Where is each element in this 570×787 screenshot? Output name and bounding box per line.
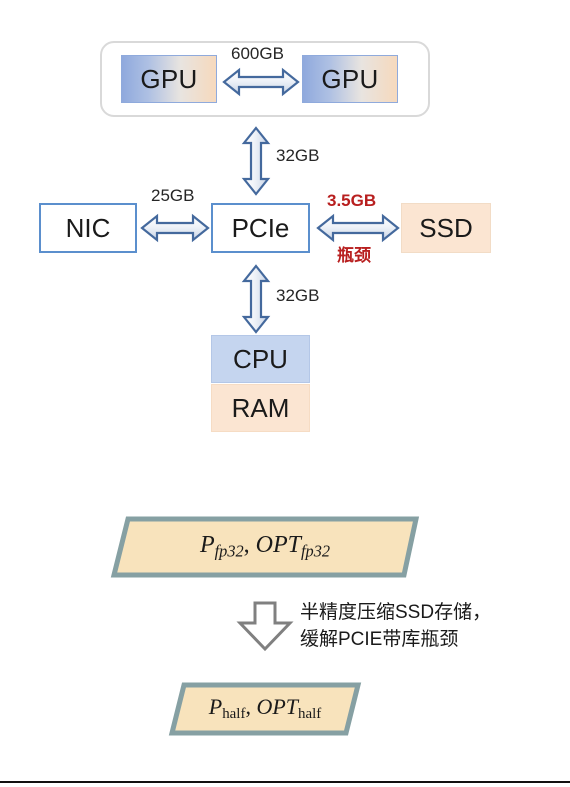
cpu-label: CPU	[233, 343, 288, 374]
nic-box: NIC	[39, 203, 137, 253]
target-opt-symbol: OPT	[256, 694, 298, 719]
gpu-box-right: GPU	[302, 55, 398, 103]
source-separator: ,	[243, 532, 250, 558]
source-p-symbol: P	[199, 532, 215, 558]
gpu-gpu-link-arrow-icon	[222, 67, 300, 102]
source-opt-symbol: OPT	[255, 532, 301, 558]
target-precision-trapezoid: Phalf, OPThalf	[168, 681, 362, 737]
gpu-left-label: GPU	[140, 63, 198, 94]
gpu-pcie-bandwidth-label: 32GB	[276, 146, 320, 165]
pcie-ssd-bandwidth-label: 3.5GB	[327, 191, 377, 210]
gpu-box-left: GPU	[121, 55, 217, 103]
annotation-line-1: 半精度压缩SSD存储，	[300, 602, 492, 623]
conversion-annotation: 半精度压缩SSD存储， 缓解PCIE带库瓶颈	[300, 600, 491, 654]
nic-label: NIC	[65, 212, 111, 243]
conversion-down-arrow-icon	[236, 600, 294, 657]
source-opt-subscript: fp32	[301, 541, 331, 561]
pcie-cpu-bandwidth-label: 32GB	[276, 286, 320, 305]
gpu-right-label: GPU	[321, 63, 379, 94]
gpu-pcie-link-arrow-icon	[241, 126, 271, 201]
pcie-cpu-link-arrow-icon	[241, 264, 271, 339]
source-precision-trapezoid: Pfp32, OPTfp32	[110, 515, 420, 579]
target-opt-subscript: half	[298, 706, 322, 723]
annotation-line-2: 缓解PCIE带库瓶颈	[300, 628, 459, 650]
ssd-box: SSD	[401, 203, 491, 253]
nic-pcie-link-arrow-icon	[140, 212, 210, 249]
target-p-symbol: P	[208, 694, 223, 719]
bottom-divider	[0, 781, 570, 783]
pcie-label: PCIe	[231, 212, 290, 243]
ssd-label: SSD	[419, 212, 473, 243]
pcie-box: PCIe	[211, 203, 310, 253]
bottleneck-label: 瓶颈	[337, 246, 371, 265]
diagram-canvas: GPU GPU 600GB 32GB NIC PCIe SSD 25GB 3.5…	[0, 0, 570, 787]
target-separator: ,	[245, 694, 251, 719]
source-formula-text: Pfp32, OPTfp32	[110, 532, 420, 562]
cpu-box: CPU	[211, 335, 310, 383]
target-formula-text: Phalf, OPThalf	[168, 694, 362, 723]
target-p-subscript: half	[222, 706, 246, 723]
gpu-gpu-bandwidth-label: 600GB	[231, 44, 284, 63]
source-p-subscript: fp32	[214, 541, 244, 561]
nic-pcie-bandwidth-label: 25GB	[151, 186, 195, 205]
ram-label: RAM	[231, 392, 290, 423]
ram-box: RAM	[211, 384, 310, 432]
